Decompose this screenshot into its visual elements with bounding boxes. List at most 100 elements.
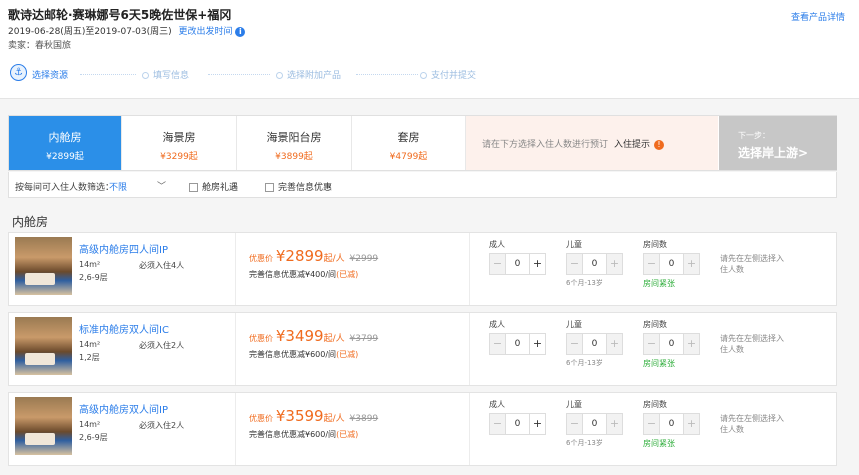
room-count[interactable]: 0 <box>659 414 684 434</box>
tab-price: ¥4799起 <box>389 152 428 162</box>
room-count-stepper[interactable]: −0 + <box>643 333 700 355</box>
chevron-down-icon[interactable]: ﹀ <box>157 179 166 192</box>
hint-label[interactable]: 入住提示 <box>614 140 650 150</box>
tab-inside-cabin[interactable]: 内舱房 ¥2899起 <box>9 116 122 170</box>
minus-icon[interactable]: − <box>567 254 582 274</box>
child-age-range: 6个月-13岁 <box>566 359 603 367</box>
step-divider <box>80 74 136 75</box>
page-title: 歌诗达邮轮·赛琳娜号6天5晚佐世保+福冈 <box>8 8 232 22</box>
select-occupancy-hint: 请先在左侧选择入住人数 <box>720 254 784 274</box>
plus-icon[interactable]: + <box>684 414 699 434</box>
room-floors: 2,6-9层 <box>79 273 108 282</box>
column-divider <box>235 233 236 305</box>
tab-balcony[interactable]: 海景阳台房 ¥3899起 <box>237 116 352 170</box>
info-discount-checkbox[interactable]: 完善信息优惠 <box>265 180 332 193</box>
room-photo[interactable] <box>15 237 72 295</box>
plus-icon[interactable]: + <box>607 254 622 274</box>
occupancy-select[interactable]: 不限 <box>109 180 127 193</box>
minus-icon[interactable]: − <box>644 414 659 434</box>
room-area: 14m² <box>79 340 101 349</box>
original-price: ¥3799 <box>349 334 379 344</box>
child-count[interactable]: 0 <box>582 414 607 434</box>
discount-amount: ¥600/间 <box>305 430 337 439</box>
adult-stepper[interactable]: −0 + <box>489 413 546 435</box>
adult-count[interactable]: 0 <box>505 254 530 274</box>
step-fill-info: 填写信息 <box>142 68 189 81</box>
original-price: ¥3899 <box>349 414 379 424</box>
plus-icon[interactable]: + <box>530 334 545 354</box>
step-circle-icon <box>420 72 427 79</box>
discount-label: 完善信息优惠减 <box>249 430 305 439</box>
child-stepper[interactable]: −0 + <box>566 253 623 275</box>
room-count-stepper[interactable]: −0 + <box>643 413 700 435</box>
cabin-type-tabs: 内舱房 ¥2899起 海景房 ¥3299起 海景阳台房 ¥3899起 套房 ¥4… <box>8 115 837 171</box>
plus-icon[interactable]: + <box>530 414 545 434</box>
price-label: 优惠价 <box>249 334 273 343</box>
reduced-tag: (已减) <box>336 430 359 439</box>
plus-icon[interactable]: + <box>530 254 545 274</box>
adult-count[interactable]: 0 <box>505 334 530 354</box>
booking-hint: 请在下方选择入住人数进行预订 入住提示! <box>466 116 718 170</box>
minus-icon[interactable]: − <box>567 414 582 434</box>
tab-price: ¥3899起 <box>275 152 313 162</box>
room-photo[interactable] <box>15 397 72 455</box>
tab-suite[interactable]: 套房 ¥4799起 <box>352 116 466 170</box>
cabin-perks-checkbox[interactable]: 舱房礼遇 <box>189 180 238 193</box>
adult-label: 成人 <box>489 400 505 409</box>
warning-icon[interactable]: ! <box>654 139 665 150</box>
plus-icon[interactable]: + <box>684 334 699 354</box>
child-label: 儿童 <box>566 240 582 249</box>
child-count[interactable]: 0 <box>582 334 607 354</box>
child-age-range: 6个月-13岁 <box>566 439 603 447</box>
room-count[interactable]: 0 <box>659 334 684 354</box>
room-photo[interactable] <box>15 317 72 375</box>
minus-icon[interactable]: − <box>490 414 505 434</box>
next-step-button[interactable]: 下一步： 选择岸上游> <box>719 116 837 170</box>
minus-icon[interactable]: − <box>490 334 505 354</box>
checkbox-box[interactable] <box>189 183 198 192</box>
child-stepper[interactable]: −0 + <box>566 413 623 435</box>
adult-stepper[interactable]: −0 + <box>489 333 546 355</box>
tab-label: 套房 <box>397 131 420 144</box>
room-name-link[interactable]: 标准内舱房双人间IC <box>79 321 169 336</box>
adult-stepper[interactable]: −0 + <box>489 253 546 275</box>
room-name-link[interactable]: 高级内舱房四人间IP <box>79 241 168 256</box>
product-detail-link[interactable]: 查看产品详情 <box>791 10 845 23</box>
room-count[interactable]: 0 <box>659 254 684 274</box>
info-icon[interactable]: i <box>235 26 246 37</box>
room-floors: 1,2层 <box>79 353 100 362</box>
minus-icon[interactable]: − <box>644 254 659 274</box>
tab-label: 海景房 <box>162 131 196 144</box>
plus-icon[interactable]: + <box>607 414 622 434</box>
child-label: 儿童 <box>566 320 582 329</box>
room-count-stepper[interactable]: −0 + <box>643 253 700 275</box>
adult-count[interactable]: 0 <box>505 414 530 434</box>
plus-icon[interactable]: + <box>684 254 699 274</box>
hint-text: 请在下方选择入住人数进行预订 入住提示! <box>482 137 665 150</box>
section-title: 内舱房 <box>12 215 49 229</box>
room-card: 标准内舱房双人间IC 14m² 必须入住2人 1,2层 优惠价 ¥3499起/人… <box>8 312 837 386</box>
minus-icon[interactable]: − <box>567 334 582 354</box>
step-divider <box>208 74 270 75</box>
room-price: 优惠价 ¥3499起/人 ¥3799 <box>249 327 378 345</box>
column-divider <box>469 393 470 465</box>
child-label: 儿童 <box>566 400 582 409</box>
child-count[interactable]: 0 <box>582 254 607 274</box>
minus-icon[interactable]: − <box>490 254 505 274</box>
child-stepper[interactable]: −0 + <box>566 333 623 355</box>
minus-icon[interactable]: − <box>644 334 659 354</box>
price-label: 优惠价 <box>249 254 273 263</box>
price-label: 优惠价 <box>249 414 273 423</box>
room-count-label: 房间数 <box>643 320 667 329</box>
room-area: 14m² <box>79 260 101 269</box>
room-occupancy: 必须入住4人 <box>139 261 185 270</box>
availability-status: 房间紧张 <box>643 279 675 288</box>
tab-ocean-view[interactable]: 海景房 ¥3299起 <box>122 116 237 170</box>
step-circle-icon <box>276 72 283 79</box>
plus-icon[interactable]: + <box>607 334 622 354</box>
checkbox-box[interactable] <box>265 183 274 192</box>
room-name-link[interactable]: 高级内舱房双人间IP <box>79 401 168 416</box>
room-price: 优惠价 ¥3599起/人 ¥3899 <box>249 407 378 425</box>
room-occupancy: 必须入住2人 <box>139 341 185 350</box>
change-date-link[interactable]: 更改出发时间 <box>179 27 233 37</box>
